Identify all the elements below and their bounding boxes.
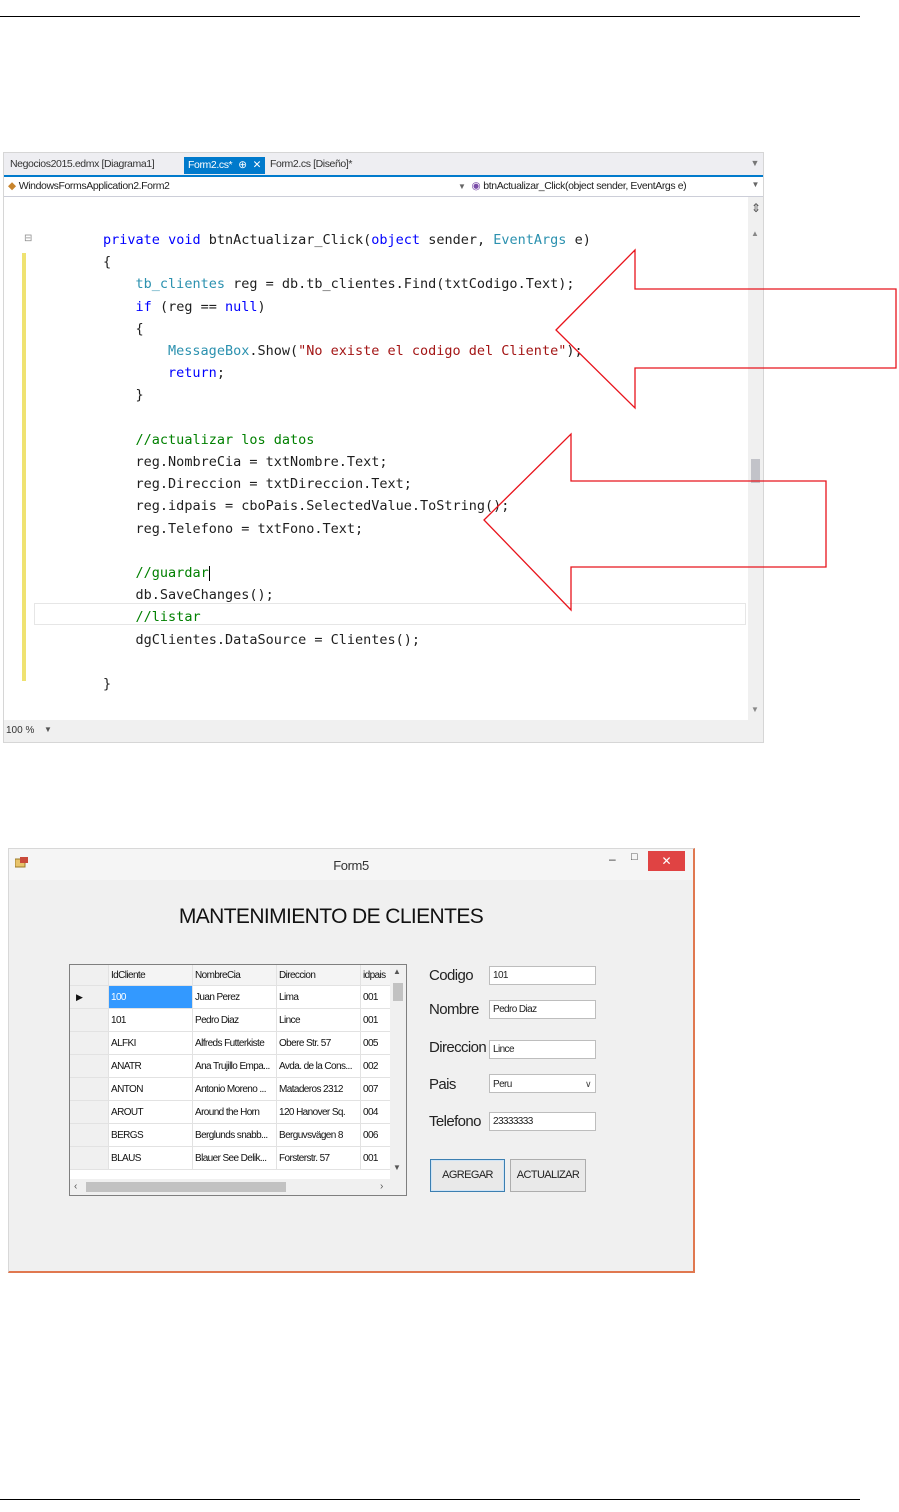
grid-cell[interactable]: 100 [108,985,193,1009]
arrow-outline-bottom [483,432,827,612]
scroll-up-icon[interactable]: ▲ [393,967,401,976]
direccion-label: Direccion [429,1039,487,1056]
grid-cell[interactable]: Antonio Moreno ... [192,1077,277,1101]
grid-header-row: IdCliente NombreCia Direccion idpais [70,965,406,986]
window-title: Form5 [333,858,369,873]
grid-cell[interactable]: 120 Hanover Sq. [276,1100,361,1124]
grid-cell[interactable]: AROUT [108,1100,193,1124]
grid-cell[interactable]: Blauer See Delik... [192,1146,277,1170]
grid-cell[interactable]: Ana Trujillo Empa... [192,1054,277,1078]
nombre-field[interactable] [489,1000,596,1019]
grid-cell[interactable]: ANTON [108,1077,193,1101]
row-header[interactable] [70,1077,109,1101]
scrollbar-thumb[interactable] [393,983,403,1001]
grid-vertical-scrollbar[interactable]: ▲ ▼ [390,965,406,1179]
window-title-bar: Form5 – □ ✕ [9,849,693,880]
form-window: Form5 – □ ✕ MANTENIMIENTO DE CLIENTES Id… [8,848,695,1273]
minimize-button[interactable]: – [609,852,616,866]
maximize-button[interactable]: □ [631,851,638,863]
column-header[interactable]: IdCliente [108,965,193,986]
grid-cell[interactable]: Pedro Diaz [192,1008,277,1032]
table-row[interactable]: AROUT Around the Horn 120 Hanover Sq. 00… [70,1100,406,1124]
grid-cell[interactable]: Berguvsvägen 8 [276,1123,361,1147]
pais-label: Pais [429,1076,456,1093]
actualizar-button[interactable]: ACTUALIZAR [510,1159,586,1192]
row-header[interactable] [70,1100,109,1124]
codigo-label: Codigo [429,967,474,984]
column-header[interactable]: NombreCia [192,965,277,986]
telefono-label: Telefono [429,1113,482,1130]
grid-cell[interactable]: ANATR [108,1054,193,1078]
form-heading: MANTENIMIENTO DE CLIENTES [178,905,484,928]
grid-cell[interactable]: BLAUS [108,1146,193,1170]
table-row[interactable]: BLAUS Blauer See Delik... Forsterstr. 57… [70,1146,406,1170]
grid-cell[interactable]: ALFKI [108,1031,193,1055]
row-header[interactable] [70,1008,109,1032]
grid-cell[interactable]: 101 [108,1008,193,1032]
telefono-field[interactable] [489,1112,596,1131]
scroll-down-icon[interactable]: ▼ [393,1163,401,1172]
grid-cell[interactable]: Berglunds snabb... [192,1123,277,1147]
zoom-level[interactable]: 100 % [6,725,34,736]
arrow-outline-top [555,248,897,410]
pais-selected-value: Peru [493,1079,512,1090]
chevron-down-icon[interactable]: ∨ [585,1075,592,1094]
grid-table: IdCliente NombreCia Direccion idpais ▶ 1… [70,965,406,1170]
row-header[interactable] [70,1146,109,1170]
scrollbar-thumb[interactable] [86,1182,286,1192]
bottom-rule [0,1499,860,1500]
row-header[interactable] [70,1031,109,1055]
grid-cell[interactable]: Lima [276,985,361,1009]
grid-cell[interactable]: Around the Horn [192,1100,277,1124]
pais-select[interactable]: Peru ∨ [489,1074,596,1093]
grid-cell[interactable]: BERGS [108,1123,193,1147]
row-header[interactable] [70,1123,109,1147]
grid-cell[interactable]: Alfreds Futterkiste [192,1031,277,1055]
grid-cell[interactable]: Forsterstr. 57 [276,1146,361,1170]
nombre-label: Nombre [429,1001,479,1018]
table-row[interactable]: ANTON Antonio Moreno ... Mataderos 2312 … [70,1077,406,1101]
annotation-arrows [483,248,897,612]
table-row[interactable]: ▶ 100 Juan Perez Lima 001 [70,985,406,1009]
table-row[interactable]: 101 Pedro Diaz Lince 001 [70,1008,406,1032]
column-header[interactable]: Direccion [276,965,361,986]
table-row[interactable]: ALFKI Alfreds Futterkiste Obere Str. 57 … [70,1031,406,1055]
grid-cell[interactable]: Avda. de la Cons... [276,1054,361,1078]
agregar-button[interactable]: AGREGAR [430,1159,505,1192]
grid-cell[interactable]: Lince [276,1008,361,1032]
close-button[interactable]: ✕ [648,851,685,871]
direccion-field[interactable] [489,1040,596,1059]
chevron-down-icon[interactable]: ▼ [44,725,52,734]
scroll-left-icon[interactable]: ‹ [74,1181,77,1192]
table-row[interactable]: BERGS Berglunds snabb... Berguvsvägen 8 … [70,1123,406,1147]
codigo-field[interactable] [489,966,596,985]
editor-status-bar: 100 % ▼ [4,720,763,742]
grid-cell[interactable]: Juan Perez [192,985,277,1009]
grid-cell[interactable]: Mataderos 2312 [276,1077,361,1101]
scroll-right-icon[interactable]: › [380,1181,383,1192]
current-row-icon: ▶ [70,985,109,1009]
clientes-data-grid[interactable]: IdCliente NombreCia Direccion idpais ▶ 1… [69,964,407,1196]
row-header[interactable] [70,1054,109,1078]
scroll-down-icon[interactable]: ▼ [751,705,759,714]
row-header-corner [70,965,109,986]
grid-cell[interactable]: Obere Str. 57 [276,1031,361,1055]
table-row[interactable]: ANATR Ana Trujillo Empa... Avda. de la C… [70,1054,406,1078]
grid-horizontal-scrollbar[interactable]: ‹ › [70,1179,406,1195]
